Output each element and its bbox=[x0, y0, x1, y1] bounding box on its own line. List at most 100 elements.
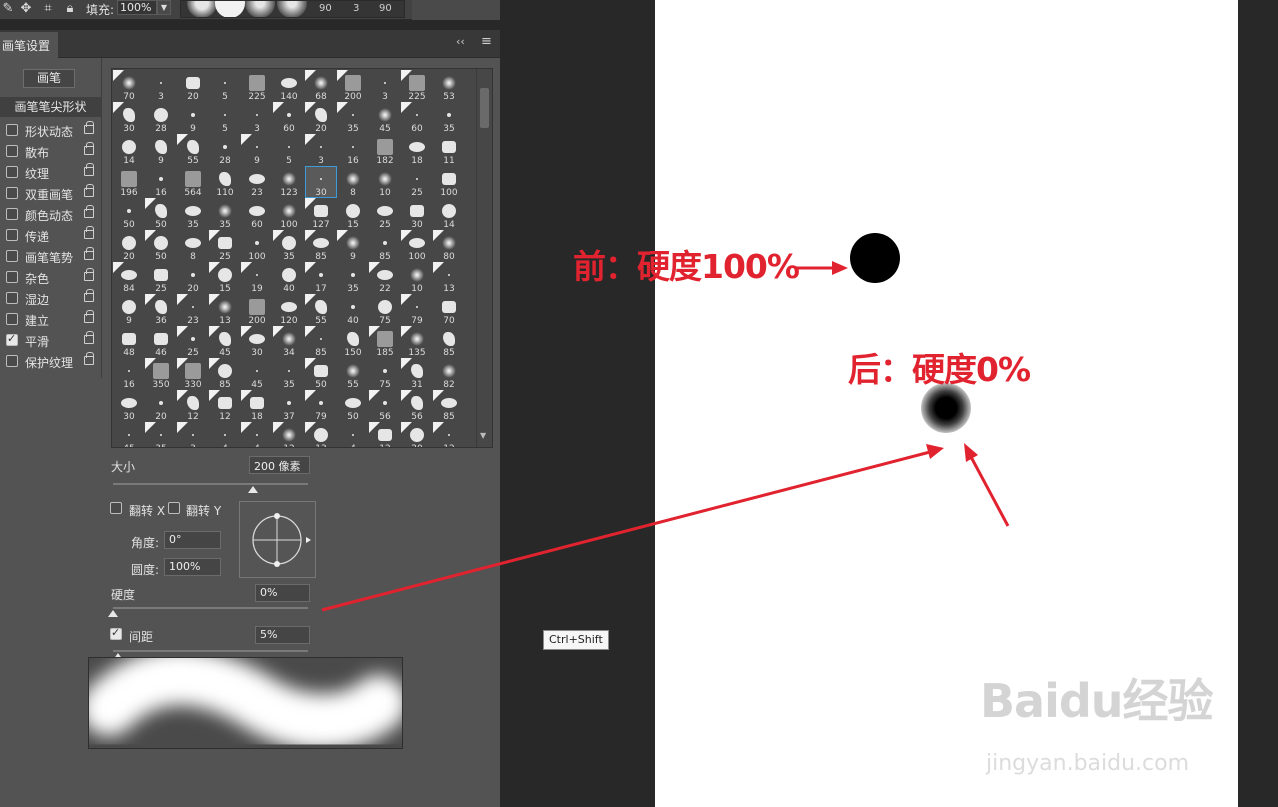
brush-tip-cell[interactable]: 85 bbox=[433, 326, 465, 358]
brush-tip-cell[interactable]: 35 bbox=[337, 262, 369, 294]
brush-tip-cell[interactable]: 25 bbox=[177, 326, 209, 358]
brush-tip-cell[interactable]: 28 bbox=[145, 102, 177, 134]
brush-tip-cell[interactable]: 82 bbox=[433, 358, 465, 390]
brush-tip-cell[interactable]: 20 bbox=[401, 422, 433, 447]
hardness-slider-handle[interactable] bbox=[108, 610, 118, 617]
brush-option-item[interactable]: 画笔笔势 bbox=[0, 246, 101, 267]
brush-tip-cell[interactable]: 60 bbox=[241, 198, 273, 230]
brush-tip-cell[interactable]: 100 bbox=[273, 198, 305, 230]
brush-tip-cell[interactable]: 200 bbox=[337, 70, 369, 102]
brush-tip-cell[interactable]: 35 bbox=[433, 102, 465, 134]
brush-tip-cell[interactable]: 46 bbox=[145, 326, 177, 358]
brush-tip-cell[interactable]: 10 bbox=[369, 166, 401, 198]
brush-tip-cell[interactable]: 3 bbox=[369, 70, 401, 102]
brush-tip-cell[interactable]: 9 bbox=[337, 230, 369, 262]
brush-tip-cell[interactable]: 123 bbox=[273, 166, 305, 198]
brush-tip-cell[interactable]: 45 bbox=[369, 102, 401, 134]
brush-tip-cell[interactable]: 20 bbox=[177, 70, 209, 102]
brush-icon[interactable]: ✎ bbox=[0, 1, 16, 17]
brush-tip-cell[interactable]: 30 bbox=[113, 102, 145, 134]
brush-tip-cell[interactable]: 200 bbox=[241, 294, 273, 326]
brush-tip-cell[interactable]: 100 bbox=[401, 230, 433, 262]
lock-icon[interactable] bbox=[84, 184, 94, 197]
brush-tip-cell[interactable]: 70 bbox=[113, 70, 145, 102]
size-slider-handle[interactable] bbox=[248, 486, 258, 493]
brush-tip-cell[interactable]: 100 bbox=[241, 230, 273, 262]
brush-tip-cell[interactable]: 25 bbox=[401, 166, 433, 198]
brush-tip-cell[interactable]: 3 bbox=[145, 70, 177, 102]
option-checkbox[interactable] bbox=[6, 313, 18, 325]
spacing-input[interactable]: 5% bbox=[255, 626, 310, 644]
brush-tip-cell[interactable]: 85 bbox=[209, 358, 241, 390]
brush-tip-cell[interactable]: 80 bbox=[433, 230, 465, 262]
brush-tip-cell[interactable]: 30 bbox=[305, 166, 337, 198]
brush-tip-cell[interactable]: 30 bbox=[113, 390, 145, 422]
brush-tip-cell[interactable]: 35 bbox=[209, 198, 241, 230]
brush-tip-cell[interactable]: 9 bbox=[145, 134, 177, 166]
flip-x-checkbox[interactable] bbox=[110, 502, 122, 514]
brush-tip-cell[interactable]: 120 bbox=[273, 294, 305, 326]
preset-tip[interactable] bbox=[277, 1, 307, 17]
option-checkbox[interactable] bbox=[6, 208, 18, 220]
option-checkbox[interactable] bbox=[6, 145, 18, 157]
brush-tip-cell[interactable]: 75 bbox=[369, 358, 401, 390]
brush-tip-cell[interactable]: 55 bbox=[337, 358, 369, 390]
brush-tip-cell[interactable]: 4 bbox=[209, 422, 241, 447]
brush-tip-cell[interactable]: 35 bbox=[337, 102, 369, 134]
lock-icon[interactable] bbox=[84, 226, 94, 239]
brush-tip-cell[interactable]: 12 bbox=[177, 390, 209, 422]
brush-tip-cell[interactable]: 225 bbox=[241, 70, 273, 102]
brush-tip-cell[interactable]: 564 bbox=[177, 166, 209, 198]
brush-tip-cell[interactable]: 13 bbox=[305, 422, 337, 447]
size-slider-track[interactable] bbox=[113, 483, 308, 485]
brush-tip-cell[interactable]: 37 bbox=[273, 390, 305, 422]
brush-tip-cell[interactable]: 25 bbox=[145, 262, 177, 294]
brush-tip-cell[interactable]: 35 bbox=[177, 198, 209, 230]
brush-tip-cell[interactable]: 13 bbox=[209, 294, 241, 326]
brush-tip-cell[interactable]: 56 bbox=[401, 390, 433, 422]
lock-icon[interactable] bbox=[84, 247, 94, 260]
brush-tip-shape-item[interactable]: 画笔笔尖形状 bbox=[0, 97, 101, 117]
brush-tip-cell[interactable]: 55 bbox=[177, 134, 209, 166]
brush-tip-cell[interactable]: 12 bbox=[433, 422, 465, 447]
brush-tip-cell[interactable]: 9 bbox=[113, 294, 145, 326]
scroll-down-icon[interactable]: ▼ bbox=[480, 431, 486, 440]
brush-tip-cell[interactable]: 23 bbox=[177, 294, 209, 326]
brush-option-item[interactable]: 传递 bbox=[0, 225, 101, 246]
spacing-checkbox[interactable] bbox=[110, 626, 122, 640]
brush-tip-cell[interactable]: 17 bbox=[305, 262, 337, 294]
brush-tip-cell[interactable]: 16 bbox=[113, 358, 145, 390]
brush-tip-cell[interactable]: 20 bbox=[145, 390, 177, 422]
brush-tip-cell[interactable]: 85 bbox=[305, 326, 337, 358]
brush-tip-cell[interactable]: 12 bbox=[369, 422, 401, 447]
brush-tip-cell[interactable]: 50 bbox=[145, 198, 177, 230]
brush-option-item[interactable]: 保护纹理 bbox=[0, 351, 101, 372]
brush-option-item[interactable]: 平滑 bbox=[0, 330, 101, 351]
collapse-icon[interactable]: ‹‹ bbox=[456, 35, 465, 48]
panel-menu-icon[interactable]: ≡ bbox=[481, 34, 492, 49]
fill-input[interactable]: 100% bbox=[117, 0, 157, 15]
angle-roundness-widget[interactable] bbox=[239, 501, 316, 578]
lock-icon[interactable] bbox=[84, 310, 94, 323]
brush-tip-cell[interactable]: 60 bbox=[273, 102, 305, 134]
brush-tip-cell[interactable]: 19 bbox=[241, 262, 273, 294]
brush-option-item[interactable]: 杂色 bbox=[0, 267, 101, 288]
brush-tip-cell[interactable]: 100 bbox=[433, 166, 465, 198]
move-icon[interactable]: ✥ bbox=[18, 1, 34, 17]
lock-icon[interactable] bbox=[84, 331, 94, 344]
brush-tip-cell[interactable]: 3 bbox=[241, 102, 273, 134]
brush-tip-cell[interactable]: 185 bbox=[369, 326, 401, 358]
brush-tip-cell[interactable]: 75 bbox=[369, 294, 401, 326]
brush-tip-cell[interactable]: 60 bbox=[401, 102, 433, 134]
brush-tip-cell[interactable]: 55 bbox=[305, 294, 337, 326]
brush-tip-cell[interactable]: 14 bbox=[113, 134, 145, 166]
brush-tip-cell[interactable]: 25 bbox=[369, 198, 401, 230]
brush-tip-cell[interactable]: 150 bbox=[337, 326, 369, 358]
brush-option-item[interactable]: 建立 bbox=[0, 309, 101, 330]
brush-tip-cell[interactable]: 10 bbox=[401, 262, 433, 294]
brush-tip-cell[interactable]: 9 bbox=[241, 134, 273, 166]
option-checkbox[interactable] bbox=[6, 229, 18, 241]
brush-tip-cell[interactable]: 35 bbox=[273, 230, 305, 262]
option-checkbox[interactable] bbox=[6, 124, 18, 136]
brush-tip-cell[interactable]: 135 bbox=[401, 326, 433, 358]
